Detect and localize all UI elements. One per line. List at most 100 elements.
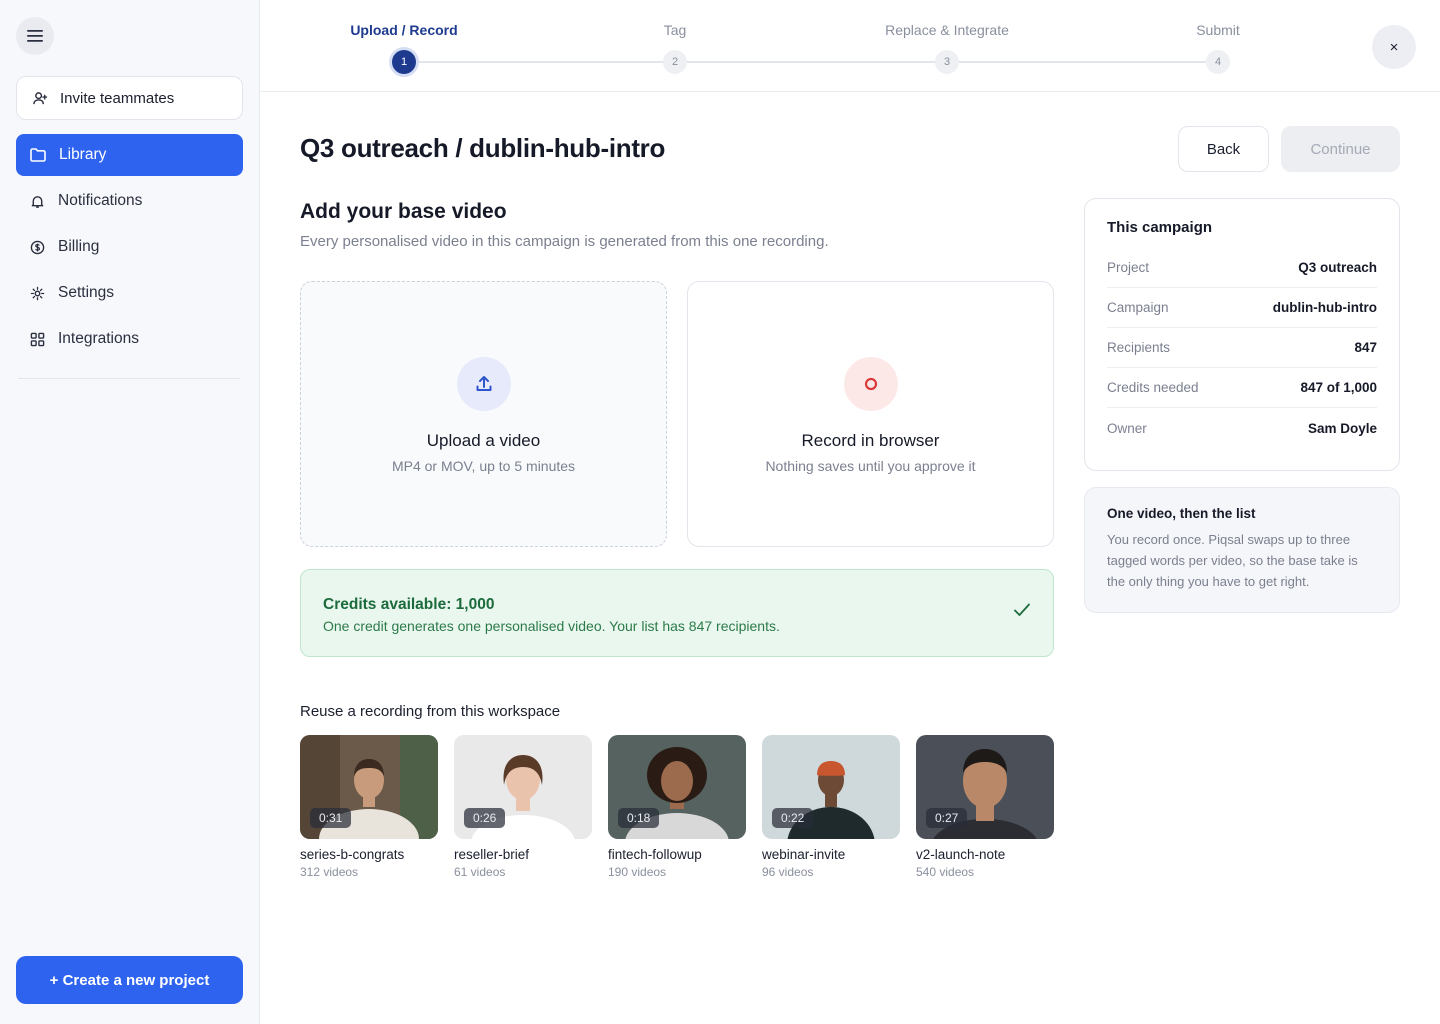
create-project-button[interactable]: + Create a new project [16, 956, 243, 1004]
duration-badge: 0:31 [310, 808, 352, 828]
recording-item[interactable]: 0:22 webinar-invite 96 videos [762, 735, 900, 879]
sidebar-item-billing[interactable]: Billing [16, 226, 243, 268]
stepper-track [404, 61, 1218, 63]
step-number: 3 [935, 50, 959, 74]
credits-banner: Credits available: 1,000 One credit gene… [300, 569, 1054, 657]
recording-item[interactable]: 0:18 fintech-followup 190 videos [608, 735, 746, 879]
campaign-row-campaign: Campaign dublin-hub-intro [1107, 288, 1377, 328]
duration-badge: 0:22 [772, 808, 814, 828]
campaign-summary: This campaign Project Q3 outreach Campai… [1084, 198, 1400, 471]
hamburger-icon [27, 30, 43, 42]
sidebar-item-label: Billing [58, 238, 100, 255]
recording-thumbnail: 0:18 [608, 735, 746, 839]
campaign-title: This campaign [1107, 219, 1213, 236]
recording-thumbnail: 0:26 [454, 735, 592, 839]
duration-badge: 0:18 [618, 808, 660, 828]
record-icon [843, 357, 898, 411]
recording-thumbnail: 0:27 [916, 735, 1054, 839]
record-subtitle: Nothing saves until you approve it [765, 458, 976, 474]
sidebar-item-label: Library [59, 146, 107, 163]
invite-teammates-button[interactable]: Invite teammates [16, 76, 243, 120]
recording-thumbnail: 0:22 [762, 735, 900, 839]
step-label: Tag [663, 22, 687, 38]
check-icon [1014, 603, 1030, 616]
campaign-row-credits: Credits needed 847 of 1,000 [1107, 368, 1377, 408]
row-key: Project [1107, 260, 1150, 275]
upload-video-card[interactable]: Upload a video MP4 or MOV, up to 5 minut… [300, 281, 667, 547]
campaign-row-project: Project Q3 outreach [1107, 248, 1377, 288]
recording-count: 190 videos [608, 865, 667, 879]
step-tag[interactable]: Tag 2 [585, 20, 765, 74]
row-value: Q3 outreach [1298, 260, 1377, 275]
campaign-row-recipients: Recipients 847 [1107, 328, 1377, 368]
dollar-icon [30, 240, 45, 254]
row-key: Recipients [1107, 340, 1171, 355]
page-title: Q3 outreach / dublin-hub-intro [300, 133, 666, 163]
duration-badge: 0:26 [464, 808, 506, 828]
sidebar-item-notifications[interactable]: Notifications [16, 180, 243, 222]
recording-count: 312 videos [300, 865, 359, 879]
upload-title: Upload a video [426, 431, 541, 450]
section-subtitle: Every personalised video in this campaig… [300, 233, 829, 250]
step-submit[interactable]: Submit 4 [1128, 20, 1308, 74]
stepper-header: Upload / Record 1 Tag 2 Replace & Integr… [260, 0, 1440, 92]
add-user-icon [33, 91, 48, 104]
recording-count: 61 videos [454, 865, 506, 879]
row-key: Campaign [1107, 300, 1169, 315]
step-label: Submit [1196, 22, 1240, 38]
reuse-title: Reuse a recording from this workspace [300, 703, 561, 720]
recording-count: 540 videos [916, 865, 975, 879]
campaign-row-owner: Owner Sam Doyle [1107, 408, 1377, 448]
menu-button[interactable] [16, 17, 54, 55]
credits-subtitle: One credit generates one personalised vi… [323, 618, 780, 634]
row-value: Sam Doyle [1307, 420, 1377, 436]
recording-name: webinar-invite [762, 847, 846, 862]
sidebar-divider [18, 378, 240, 379]
invite-label: Invite teammates [60, 89, 175, 107]
recording-item[interactable]: 0:27 v2-launch-note 540 videos [916, 735, 1054, 879]
row-value: dublin-hub-intro [1272, 300, 1377, 315]
sidebar-item-settings[interactable]: Settings [16, 272, 243, 314]
bell-icon [31, 195, 44, 208]
record-title: Record in browser [801, 431, 940, 450]
section-title: Add your base video [300, 200, 507, 223]
sidebar-item-integrations[interactable]: Integrations [16, 318, 243, 360]
recording-name: reseller-brief [454, 847, 530, 862]
recording-name: series-b-congrats [300, 847, 405, 862]
recording-name: fintech-followup [608, 847, 702, 862]
sidebar-item-label: Settings [58, 284, 115, 301]
grid-icon [30, 332, 45, 346]
step-replace-integrate[interactable]: Replace & Integrate 3 [857, 20, 1037, 74]
recording-item[interactable]: 0:31 series-b-congrats 312 videos [300, 735, 438, 879]
sidebar-item-library[interactable]: Library [16, 134, 243, 176]
recording-count: 96 videos [762, 865, 814, 879]
step-upload-record[interactable]: Upload / Record 1 [314, 20, 494, 74]
folder-icon [30, 148, 46, 162]
sidebar: Invite teammates Library Notifications B… [0, 0, 260, 1024]
duration-badge: 0:27 [926, 808, 968, 828]
row-value: 847 of 1,000 [1300, 380, 1377, 395]
recording-thumbnail: 0:31 [300, 735, 438, 839]
recording-name: v2-launch-note [916, 847, 1006, 862]
upload-subtitle: MP4 or MOV, up to 5 minutes [391, 458, 576, 474]
continue-button[interactable]: Continue [1281, 126, 1400, 172]
row-key: Owner [1107, 420, 1147, 436]
credits-title: Credits available: 1,000 [323, 596, 495, 613]
step-number: 2 [663, 50, 687, 74]
sidebar-nav: Library Notifications Billing Settings I… [16, 134, 243, 364]
row-key: Credits needed [1107, 380, 1199, 395]
upload-icon [456, 357, 511, 411]
row-value: 847 [1354, 340, 1377, 355]
step-label: Upload / Record [350, 22, 458, 38]
step-number: 1 [392, 50, 416, 74]
gear-icon [30, 286, 45, 300]
record-browser-card[interactable]: Record in browser Nothing saves until yo… [687, 281, 1054, 547]
close-icon: × [1389, 38, 1399, 56]
step-number: 4 [1206, 50, 1230, 74]
recording-list: 0:31 series-b-congrats 312 videos 0:26 r… [300, 735, 1054, 879]
info-title: One video, then the list [1107, 506, 1256, 521]
close-button[interactable]: × [1372, 25, 1416, 69]
back-button[interactable]: Back [1178, 126, 1269, 172]
recording-item[interactable]: 0:26 reseller-brief 61 videos [454, 735, 592, 879]
sidebar-item-label: Notifications [58, 192, 143, 209]
